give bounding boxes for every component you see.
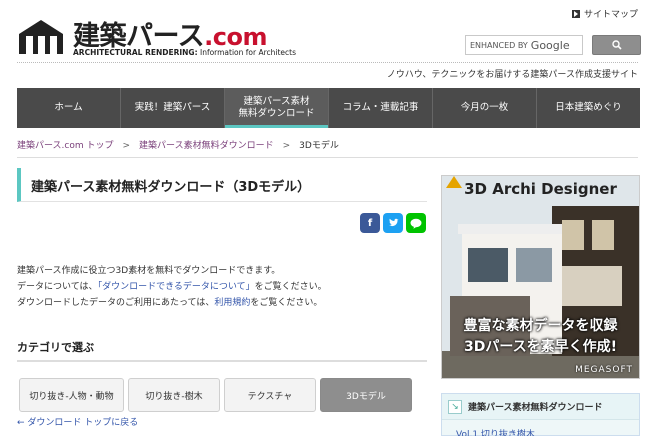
download-arrow-icon: ↘ xyxy=(448,399,462,414)
page-title: 建築パース素材無料ダウンロード（3Dモデル） xyxy=(31,180,311,195)
breadcrumb-current: 3Dモデル xyxy=(299,141,339,151)
nav-monthly[interactable]: 今月の一枚 xyxy=(433,88,537,128)
site-logo[interactable]: 建築パース.com ARCHITECTURAL RENDERING: Infor… xyxy=(17,12,297,60)
sitemap-label: サイトマップ xyxy=(583,10,638,20)
ad-copy-line-1: 豊富な素材データを収録 xyxy=(463,318,618,334)
logo-domain: .com xyxy=(204,23,267,51)
site-tagline: ノウハウ、テクニックをお届けする建築パース作成支援サイト xyxy=(386,70,638,80)
share-buttons: f t L xyxy=(360,213,426,233)
terms-link[interactable]: 利用規約 xyxy=(214,298,250,308)
breadcrumb: 建築パース.com トップ > 建築パース素材無料ダウンロード >3Dモデル xyxy=(17,138,339,151)
nav-home[interactable]: ホーム xyxy=(17,88,121,128)
back-to-download-link[interactable]: ← ダウンロード トップに戻る xyxy=(17,415,138,428)
search-form: ENHANCED BY Google xyxy=(465,35,641,55)
intro-line-3: ダウンロードしたデータのご利用にあたっては、利用規約をご覧ください。 xyxy=(17,298,323,308)
twitter-share-button[interactable]: t xyxy=(383,213,403,233)
line-share-button[interactable]: L xyxy=(406,213,426,233)
sidebar-box-header: ↘ 建築パース素材無料ダウンロード xyxy=(442,394,639,420)
category-divider xyxy=(17,360,427,362)
category-button-texture[interactable]: テクスチャ xyxy=(224,378,316,412)
sidebar-item-vol1[interactable]: Vol.1 切り抜き樹木 xyxy=(456,427,535,436)
sidebar-box-heading: 建築パース素材無料ダウンロード xyxy=(468,403,603,413)
facebook-share-button[interactable]: f xyxy=(360,213,380,233)
sidebar-download-box: ↘ 建築パース素材無料ダウンロード Vol.1 切り抜き樹木 xyxy=(441,393,640,436)
main-nav: ホーム 実践！建築パース 建築パース素材 無料ダウンロード コラム・連載記事 今… xyxy=(17,88,640,128)
nav-free-download[interactable]: 建築パース素材 無料ダウンロード xyxy=(225,88,329,128)
intro-line-2: データについては、「ダウンロードできるデータについて」をご覧ください。 xyxy=(17,282,327,292)
facebook-icon: f xyxy=(367,217,373,229)
google-wordmark: Google xyxy=(530,38,570,52)
ad-title: 3D Archi Designer xyxy=(464,180,617,198)
breadcrumb-separator: > xyxy=(282,141,291,151)
nav-practice[interactable]: 実践！建築パース xyxy=(121,88,225,128)
intro-line-1: 建築パース作成に役立つ3D素材を無料でダウンロードできます。 xyxy=(17,266,281,276)
nav-column[interactable]: コラム・連載記事 xyxy=(329,88,433,128)
search-icon xyxy=(611,40,622,50)
category-heading: カテゴリで選ぶ xyxy=(17,341,94,354)
line-icon xyxy=(410,218,422,229)
breadcrumb-separator: > xyxy=(122,141,131,151)
breadcrumb-home[interactable]: 建築パース.com トップ xyxy=(17,141,114,151)
category-button-trees[interactable]: 切り抜き-樹木 xyxy=(128,378,220,412)
category-buttons: 切り抜き-人物・動物 切り抜き-樹木 テクスチャ 3Dモデル xyxy=(19,378,412,412)
logo-subtitle: ARCHITECTURAL RENDERING: Information for… xyxy=(73,48,297,57)
nav-japan-architecture[interactable]: 日本建築めぐり xyxy=(537,88,640,128)
breadcrumb-divider xyxy=(17,157,638,158)
breadcrumb-download[interactable]: 建築パース素材無料ダウンロード xyxy=(139,141,274,151)
arrow-right-icon xyxy=(571,9,580,18)
page-title-box: 建築パース素材無料ダウンロード（3Dモデル） xyxy=(17,168,427,202)
data-info-link[interactable]: 「ダウンロードできるデータについて」 xyxy=(98,282,255,292)
search-button[interactable] xyxy=(592,35,641,55)
header-divider xyxy=(17,62,638,63)
ad-banner[interactable]: 3D Archi Designer 豊富な素材データを収録 3Dパースを素早く作… xyxy=(441,175,640,379)
ad-copy-line-2: 3Dパースを素早く作成! xyxy=(463,339,618,355)
category-button-3d-model[interactable]: 3Dモデル xyxy=(320,378,412,412)
ad-brand: MEGASOFT xyxy=(575,365,633,375)
house-logo-icon xyxy=(19,20,63,54)
category-button-people[interactable]: 切り抜き-人物・動物 xyxy=(19,378,124,412)
search-input[interactable]: ENHANCED BY Google xyxy=(465,35,583,55)
intro-text: 建築パース作成に役立つ3D素材を無料でダウンロードできます。 データについては、… xyxy=(17,263,327,311)
twitter-icon xyxy=(388,218,398,227)
sitemap-link[interactable]: サイトマップ xyxy=(571,7,638,20)
